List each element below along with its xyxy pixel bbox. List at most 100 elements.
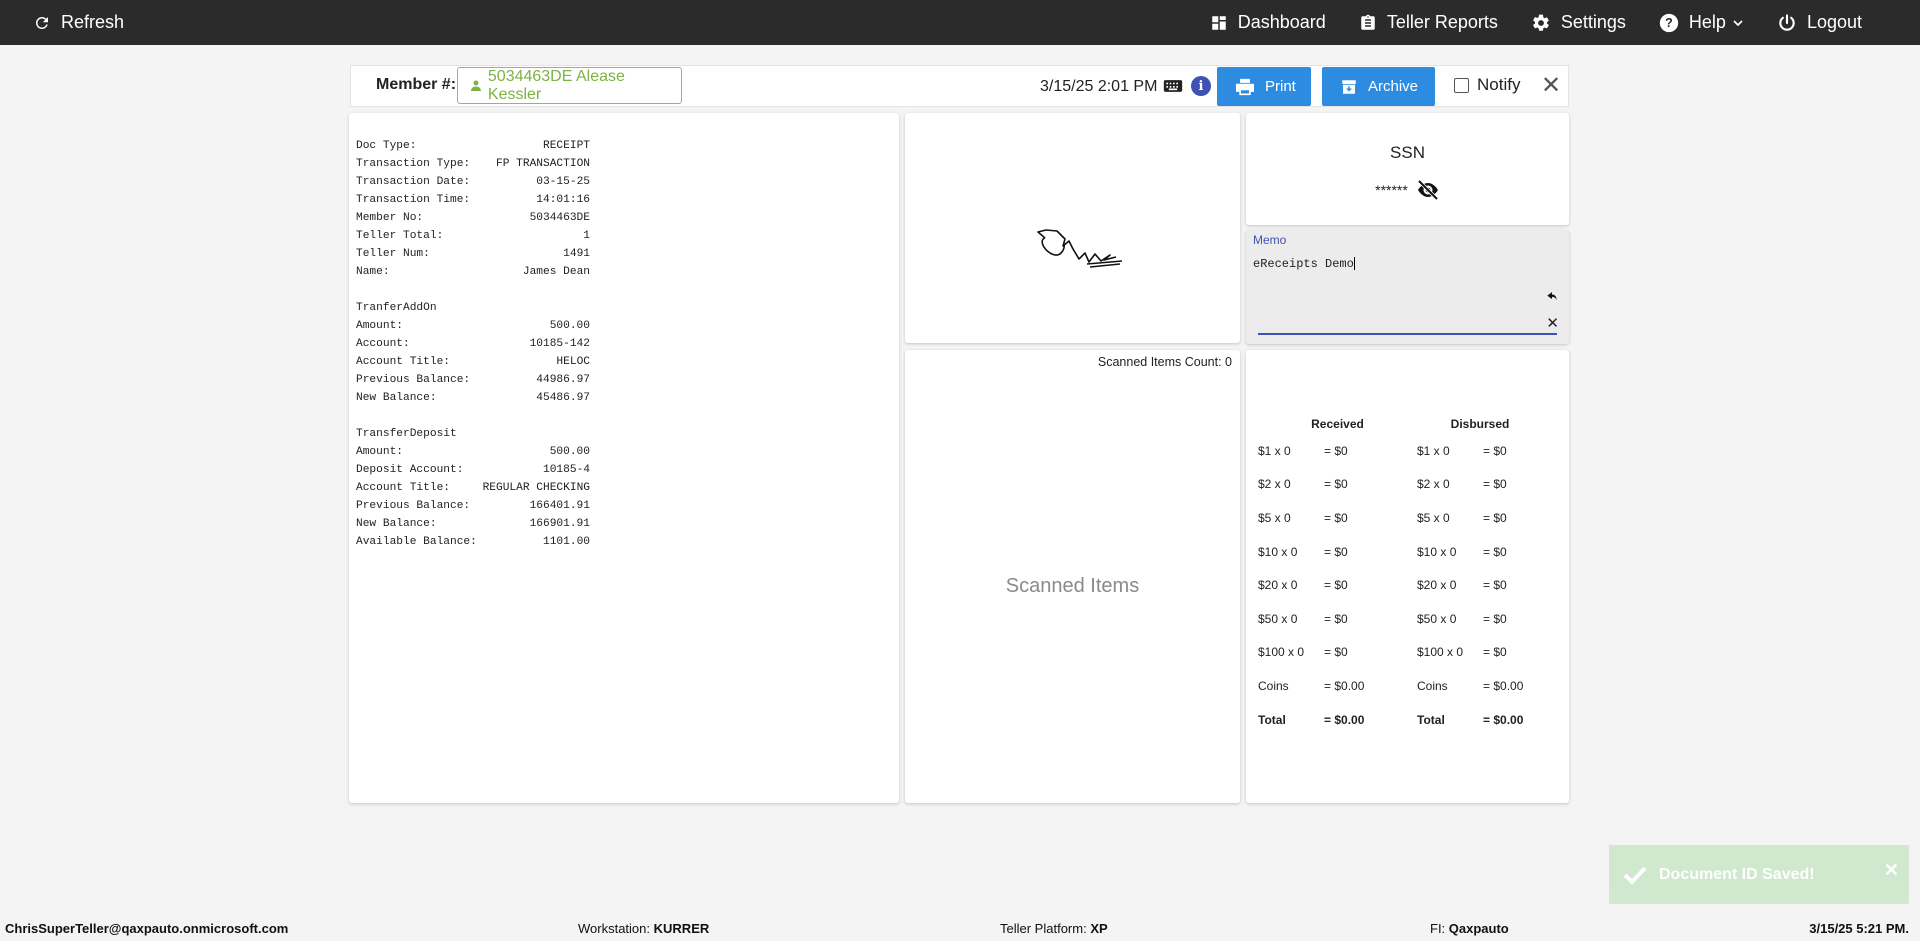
cash-row: $2 x 0 = $0 $2 x 0 = $0 (1258, 468, 1543, 502)
scanned-items-panel: Scanned Items Count: 0 Scanned Items (905, 350, 1240, 803)
receipt-line-label: Amount: (356, 320, 403, 332)
cash-row: Coins = $0.00 Coins = $0.00 (1258, 669, 1543, 703)
receipt-line-value: 10185-4 (543, 464, 590, 476)
ssn-panel: SSN ****** (1246, 113, 1569, 225)
status-footer: ChrisSuperTeller@qaxpauto.onmicrosoft.co… (0, 915, 1920, 941)
fi-label: FI: (1430, 921, 1446, 936)
member-selector[interactable]: 5034463DE Alease Kessler (457, 67, 682, 104)
cash-row: Total = $0.00 Total = $0.00 (1258, 703, 1543, 737)
refresh-icon (35, 16, 48, 29)
footer-fi: FI: Qaxpauto (1430, 921, 1509, 936)
receipt-line-label: Transaction Date: (356, 176, 471, 188)
print-button[interactable]: Print (1217, 67, 1311, 106)
cash-row: $1 x 0 = $0 $1 x 0 = $0 (1258, 434, 1543, 468)
chevron-down-icon (1733, 19, 1743, 26)
settings-button[interactable]: Settings (1531, 0, 1626, 45)
receipt-line-label: Teller Total: (356, 230, 444, 242)
keyboard-icon[interactable] (1163, 78, 1183, 94)
receipt-line-value: 1 (583, 230, 590, 242)
cash-header-row: Received Disbursed (1258, 414, 1543, 434)
receipt-line: TransferDeposit (356, 425, 590, 443)
receipt-line-label: Available Balance: (356, 536, 477, 548)
receipt-line-value: RECEIPT (543, 140, 590, 152)
help-icon: ? (1659, 13, 1679, 32)
disbursed-denomination: $1 x 0 (1417, 443, 1450, 458)
received-denomination: $2 x 0 (1258, 477, 1291, 492)
notify-label: Notify (1477, 75, 1521, 94)
user-icon (470, 80, 481, 91)
footer-user-email: ChrisSuperTeller@qaxpauto.onmicrosoft.co… (5, 921, 289, 936)
received-amount: = $0 (1324, 645, 1348, 660)
receipt-line-label: TranferAddOn (356, 302, 437, 314)
cash-row: $5 x 0 = $0 $5 x 0 = $0 (1258, 501, 1543, 535)
checkbox-icon[interactable] (1454, 77, 1469, 93)
receipt-line-value: 500.00 (549, 320, 590, 332)
dashboard-label: Dashboard (1237, 12, 1326, 32)
disbursed-amount: = $0.00 (1483, 712, 1524, 727)
refresh-button[interactable]: Refresh (33, 0, 124, 45)
receipt-line: Transaction Type: FP TRANSACTION (356, 155, 590, 173)
receipt-line-value: 14:01:16 (536, 194, 590, 206)
disbursed-amount: = $0 (1483, 645, 1507, 660)
cash-row: $10 x 0 = $0 $10 x 0 = $0 (1258, 535, 1543, 569)
received-denomination: $100 x 0 (1258, 645, 1305, 660)
cash-row: $100 x 0 = $0 $100 x 0 = $0 (1258, 636, 1543, 670)
close-icon[interactable]: ✕ (1541, 74, 1561, 98)
receipt-line-value: 5034463DE (529, 212, 590, 224)
disbursed-amount: = $0 (1483, 611, 1507, 626)
disbursed-denomination: $5 x 0 (1417, 510, 1450, 525)
disbursed-denomination: $2 x 0 (1417, 477, 1450, 492)
receipt-line-label: Teller Num: (356, 248, 430, 260)
printer-icon (1236, 78, 1254, 95)
disbursed-denomination: $100 x 0 (1417, 645, 1464, 660)
receipt-line-value: 1491 (563, 248, 590, 260)
memo-input[interactable]: eReceipts Demo (1253, 257, 1355, 271)
print-label: Print (1265, 78, 1296, 95)
received-denomination: $5 x 0 (1258, 510, 1291, 525)
help-label: Help (1688, 12, 1726, 32)
received-denomination: Total (1258, 712, 1286, 727)
memo-field[interactable]: Memo eReceipts Demo ✕ (1246, 230, 1569, 344)
receipt-line: Deposit Account: 10185-4 (356, 461, 590, 479)
help-menu-button[interactable]: ? Help (1659, 0, 1744, 45)
receipt-line-label: Transaction Time: (356, 194, 471, 206)
toast-close-icon[interactable]: ✕ (1884, 860, 1899, 881)
notify-checkbox[interactable]: Notify (1454, 75, 1520, 95)
receipt-line-label: New Balance: (356, 518, 437, 530)
clear-icon[interactable]: ✕ (1546, 314, 1559, 332)
disbursed-amount: = $0 (1483, 578, 1507, 593)
receipt-panel: Doc Type: RECEIPT Transaction Type: FP TRAN… (349, 113, 899, 803)
svg-text:?: ? (1665, 16, 1673, 30)
receipt-line: Doc Type: RECEIPT (356, 137, 590, 155)
disbursed-denomination: $10 x 0 (1417, 544, 1457, 559)
dashboard-button[interactable]: Dashboard (1210, 0, 1326, 45)
teller-reports-label: Teller Reports (1386, 12, 1498, 32)
logout-button[interactable]: Logout (1777, 0, 1862, 45)
receipt-line-value: 03-15-25 (536, 176, 590, 188)
receipt-line-value: 166901.91 (529, 518, 590, 530)
receipt-line-value: REGULAR CHECKING (482, 482, 590, 494)
undo-icon[interactable] (1545, 292, 1559, 304)
receipt-line: Name: James Dean (356, 263, 590, 281)
receipt-line-value: 45486.97 (536, 392, 590, 404)
receipt-line: Previous Balance: 44986.97 (356, 371, 590, 389)
receipt-line-value: FP TRANSACTION (496, 158, 590, 170)
receipt-line-label: Amount: (356, 446, 403, 458)
receipt-line (356, 281, 590, 299)
member-value: 5034463DE Alease Kessler (487, 67, 625, 103)
receipt-line-label: New Balance: (356, 392, 437, 404)
receipt-line-value: 166401.91 (529, 500, 590, 512)
teller-reports-button[interactable]: Teller Reports (1359, 0, 1498, 45)
eye-slash-icon[interactable] (1416, 179, 1440, 201)
receipt-line: Teller Num: 1491 (356, 245, 590, 263)
archive-button[interactable]: Archive (1322, 67, 1435, 106)
receipt-line: Transaction Date: 03-15-25 (356, 173, 590, 191)
receipt-line: Account Title: HELOC (356, 353, 590, 371)
receipt-line: New Balance: 45486.97 (356, 389, 590, 407)
info-icon[interactable]: i (1191, 76, 1211, 96)
receipt-line-value: James Dean (522, 266, 590, 278)
ssn-title: SSN (1390, 143, 1425, 162)
received-amount: = $0 (1324, 578, 1348, 593)
received-amount: = $0.00 (1324, 712, 1365, 727)
cash-row: $20 x 0 = $0 $20 x 0 = $0 (1258, 568, 1543, 602)
